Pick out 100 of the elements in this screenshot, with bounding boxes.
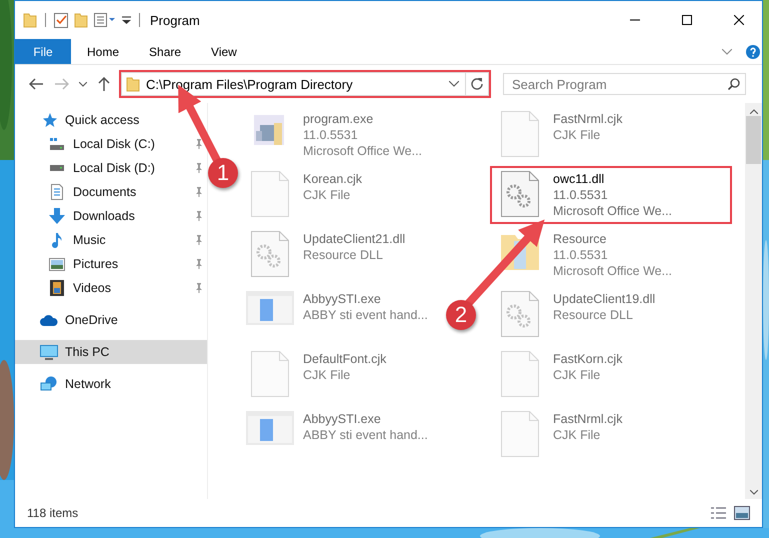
address-bar[interactable]: C:\Program Files\Program Directory (121, 72, 465, 96)
search-field[interactable]: Search Program (503, 73, 746, 95)
file-name: UpdateClient21.dll (303, 231, 406, 247)
gears-file-icon (501, 171, 539, 217)
dropdown-icon[interactable] (122, 16, 131, 24)
file-detail: Microsoft Office We... (553, 263, 672, 279)
sidebar-item[interactable]: Music (15, 228, 207, 252)
sidebar-item[interactable]: Local Disk (C:) (15, 132, 207, 156)
sidebar-item[interactable]: OneDrive (15, 308, 207, 332)
gears-file-icon (251, 231, 289, 277)
file-name: program.exe (303, 111, 374, 127)
monitor-icon (40, 344, 58, 360)
file-item[interactable]: AbbyySTI.exe ABBY sti event hand... (240, 286, 434, 344)
file-name: AbbyySTI.exe (303, 291, 382, 307)
item-count: 118 items (27, 506, 80, 520)
file-detail: CJK File (303, 187, 352, 203)
file-item[interactable]: FastKorn.cjk CJK File (490, 346, 628, 404)
scroll-thumb[interactable] (746, 116, 761, 164)
document-icon (51, 184, 63, 200)
file-item[interactable]: UpdateClient19.dll Resource DLL (490, 286, 662, 344)
file-name: Korean.cjk (303, 171, 362, 187)
file-item[interactable]: Korean.cjk CJK File (240, 166, 368, 224)
file-detail: CJK File (553, 427, 602, 443)
file-detail: ABBY sti event hand... (303, 307, 428, 323)
expand-ribbon-icon[interactable] (722, 48, 732, 54)
refresh-button[interactable] (465, 72, 489, 96)
download-icon (49, 208, 65, 224)
file-item[interactable]: Resource 11.0.5531 Microsoft Office We... (490, 226, 678, 284)
file-item[interactable]: owc11.dll 11.0.5531 Microsoft Office We... (490, 166, 732, 224)
maximize-icon[interactable] (682, 15, 692, 25)
chevron-down-icon[interactable] (79, 82, 87, 86)
file-item[interactable]: DefaultFont.cjk CJK File (240, 346, 392, 404)
pictures-icon (49, 258, 65, 270)
file-name: owc11.dll (553, 171, 606, 187)
file-detail: CJK File (553, 367, 602, 383)
up-arrow-icon[interactable] (98, 77, 110, 91)
file-item[interactable]: program.exe 11.0.5531 Microsoft Office We... (240, 106, 428, 164)
file-detail: Resource DLL (303, 247, 384, 263)
application-icon (246, 291, 294, 325)
sidebar-item[interactable]: Network (15, 372, 207, 396)
quick-folder-icon (23, 12, 37, 28)
sidebar-item[interactable]: Videos (15, 276, 207, 300)
file-icon (251, 171, 289, 217)
large-icons-view-icon[interactable] (734, 506, 750, 520)
file-item[interactable]: FastNrml.cjk CJK File (490, 106, 628, 164)
help-icon[interactable] (746, 44, 760, 58)
checklist-icon[interactable] (54, 12, 68, 28)
file-icon (501, 351, 539, 397)
sidebar-item[interactable]: This PC (15, 340, 207, 364)
file-name: FastNrml.cjk (553, 411, 622, 427)
file-item[interactable]: AbbyySTI.exe ABBY sti event hand... (240, 406, 434, 464)
network-icon (40, 376, 58, 392)
scroll-down-icon[interactable] (750, 490, 758, 495)
file-detail: CJK File (553, 127, 602, 143)
sidebar-item[interactable]: Local Disk (D:) (15, 156, 207, 180)
ribbon-tab[interactable]: Share (135, 39, 196, 64)
folder-icon (126, 76, 140, 92)
file-icon (251, 351, 289, 397)
chevron-down-icon[interactable] (449, 81, 459, 87)
ribbon-tab[interactable]: Home (73, 39, 134, 64)
star-icon (41, 112, 57, 128)
sidebar-item[interactable]: Quick access (15, 108, 207, 132)
file-name: Resource (553, 231, 608, 247)
file-icon (501, 111, 539, 157)
file-detail: CJK File (303, 367, 352, 383)
file-detail: Microsoft Office We... (303, 143, 422, 159)
file-item[interactable]: FastNrml.cjk CJK File (490, 406, 628, 464)
file-menu-button[interactable]: File (15, 39, 71, 64)
ribbon-tab[interactable]: View (197, 39, 251, 64)
file-item[interactable]: UpdateClient21.dll Resource DLL (240, 226, 412, 284)
film-icon (50, 280, 64, 296)
drive-icon (49, 164, 65, 172)
sidebar-item[interactable]: Documents (15, 180, 207, 204)
scrollbar[interactable] (745, 103, 762, 499)
application-icon (246, 411, 294, 445)
window-title: Program (150, 12, 201, 28)
details-view-icon[interactable] (710, 506, 726, 520)
file-detail: 11.0.5531 (553, 187, 609, 203)
file-name: AbbyySTI.exe (303, 411, 382, 427)
file-name: DefaultFont.cjk (303, 351, 386, 367)
drive-icon (49, 137, 65, 151)
back-arrow-icon[interactable] (29, 78, 43, 90)
sidebar-item[interactable]: Downloads (15, 204, 207, 228)
refresh-icon[interactable] (471, 78, 483, 90)
properties-icon[interactable] (94, 13, 116, 27)
file-detail: ABBY sti event hand... (303, 427, 428, 443)
search-icon[interactable] (728, 78, 740, 90)
sidebar-item[interactable]: Pictures (15, 252, 207, 276)
file-name: UpdateClient19.dll (553, 291, 656, 307)
file-detail: Resource DLL (553, 307, 634, 323)
music-note-icon (51, 232, 63, 248)
close-icon[interactable] (734, 15, 744, 25)
scroll-up-icon[interactable] (750, 109, 758, 114)
file-detail: Microsoft Office We... (553, 203, 672, 219)
file-icon (501, 411, 539, 457)
file-name: FastKorn.cjk (553, 351, 622, 367)
file-name: FastNrml.cjk (553, 111, 622, 127)
file-detail: 11.0.5531 (553, 247, 609, 263)
gears-file-icon (501, 291, 539, 337)
cloud-icon (40, 314, 58, 326)
